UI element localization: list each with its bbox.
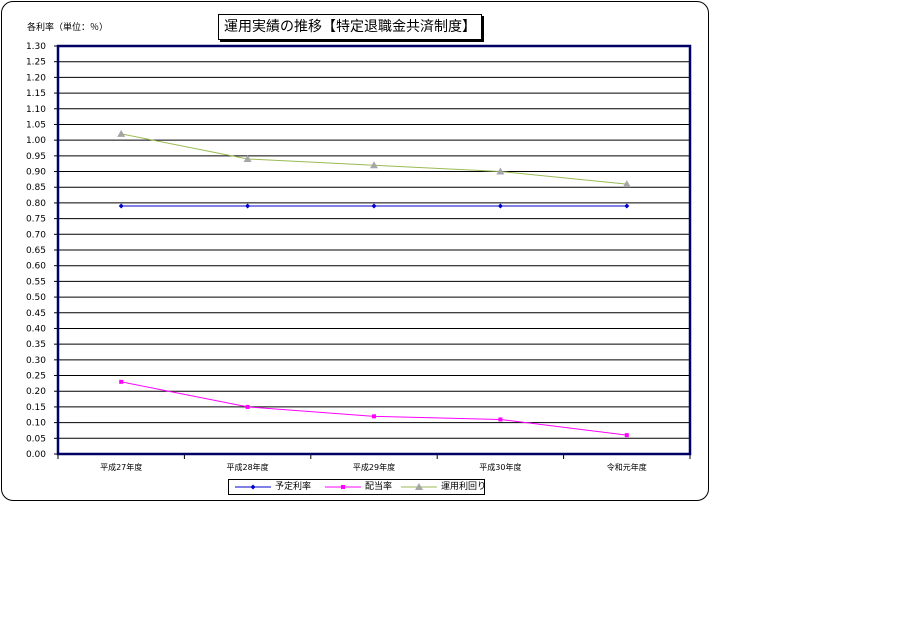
y-tick-label: 1.15 — [26, 89, 46, 99]
x-tick-label: 平成28年度 — [227, 462, 269, 472]
y-tick-label: 0.80 — [26, 199, 46, 209]
y-tick-label: 0.05 — [26, 434, 46, 444]
y-tick-label: 0.90 — [26, 168, 46, 178]
chart-legend: 予定利率 配当率 運用利回り — [228, 479, 487, 495]
x-tick-label: 令和元年度 — [607, 462, 647, 472]
y-tick-label: 0.85 — [26, 183, 46, 193]
y-axis-unit-label: 各利率（単位：％） — [27, 23, 109, 33]
y-tick-label: 0.45 — [26, 309, 46, 319]
chart-plot: 0.00 0.05 0.10 0.15 0.20 0.25 0.30 0.35 0.40 0.45… — [26, 42, 692, 472]
x-tick-label: 平成29年度 — [353, 462, 395, 472]
x-tick-label: 平成27年度 — [100, 462, 142, 472]
y-tick-label: 0.30 — [26, 356, 46, 366]
data-point — [624, 433, 629, 438]
y-tick-label: 0.00 — [26, 450, 46, 460]
y-tick-label: 1.20 — [26, 73, 46, 83]
y-tick-label: 0.35 — [26, 340, 46, 350]
legend-label: 予定利率 — [275, 482, 312, 492]
y-tick-label: 1.25 — [26, 58, 46, 68]
legend-marker — [250, 484, 256, 490]
legend-swatch — [325, 485, 361, 489]
data-point — [372, 414, 376, 419]
chart-title: 運用実績の推移【特定退職金共済制度】 — [218, 14, 482, 40]
y-tick-label: 0.15 — [26, 403, 46, 413]
y-tick-label: 0.20 — [26, 387, 46, 397]
legend-swatch — [235, 484, 271, 490]
y-tick-label: 0.10 — [26, 419, 46, 429]
y-tick-label: 0.60 — [26, 262, 46, 272]
y-tick-label: 0.95 — [26, 152, 46, 162]
y-tick-label: 0.75 — [26, 215, 46, 225]
y-tick-label: 0.40 — [26, 324, 46, 334]
y-tick-label: 0.55 — [26, 277, 46, 287]
x-tick-label: 平成30年度 — [479, 462, 521, 472]
y-tick-label: 0.50 — [26, 293, 46, 303]
y-tick-label: 1.00 — [26, 136, 46, 146]
legend-marker — [341, 485, 345, 489]
y-tick-label: 1.10 — [26, 105, 46, 115]
data-point — [245, 404, 250, 409]
legend-swatch — [401, 483, 437, 490]
y-tick-label: 1.05 — [26, 120, 46, 130]
y-tick-label: 0.65 — [26, 246, 46, 256]
legend-label: 配当率 — [365, 482, 393, 492]
data-point — [119, 379, 124, 384]
y-tick-label: 1.30 — [26, 42, 46, 52]
y-tick-label: 0.25 — [26, 372, 46, 382]
legend-label: 運用利回り — [441, 482, 487, 492]
data-point — [498, 417, 503, 422]
y-tick-label: 0.70 — [26, 230, 46, 240]
